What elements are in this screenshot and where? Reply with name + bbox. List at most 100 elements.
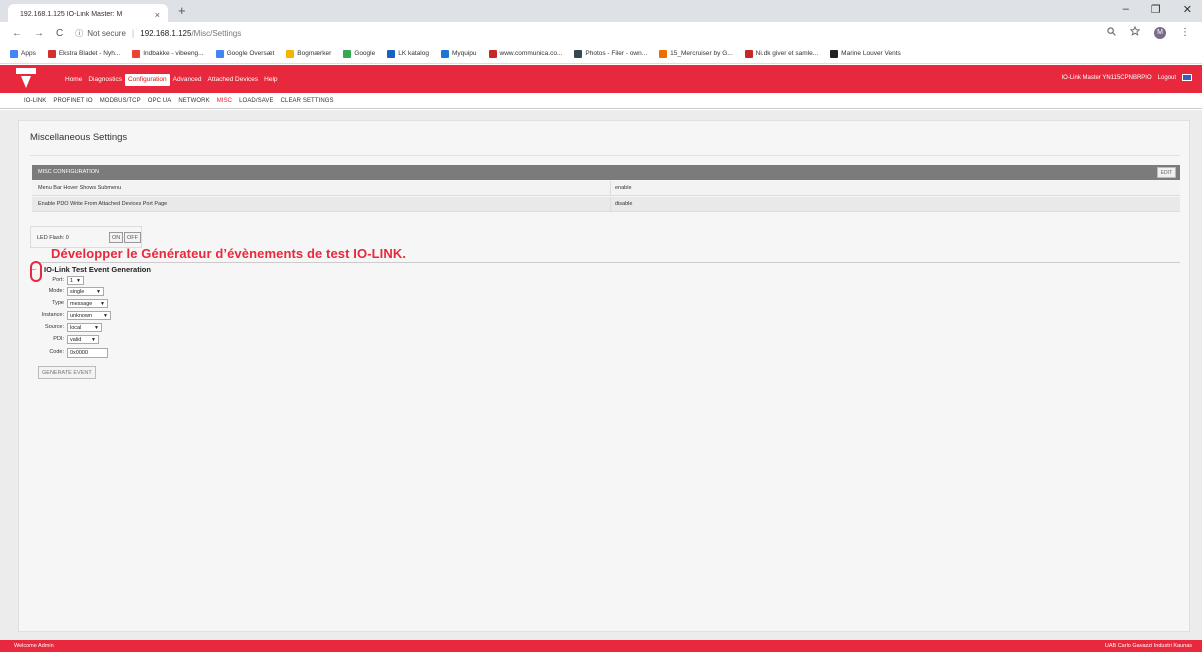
- generate-event-button[interactable]: GENERATE EVENT: [38, 366, 96, 379]
- menu-item-attached-devices[interactable]: Attached Devices: [205, 74, 262, 86]
- config-row-pdo-write: Enable PDO Write From Attached Devices P…: [32, 197, 1180, 212]
- submenu-item-load-save[interactable]: LOAD/SAVE: [239, 98, 273, 104]
- chevron-down-icon: ▼: [103, 313, 108, 319]
- instruction-callout: Développer le Générateur d’évènements de…: [51, 246, 407, 261]
- bookmark-favicon-icon: [488, 49, 497, 58]
- back-icon[interactable]: ←: [12, 28, 22, 39]
- window-controls: – ❐ ✕: [1123, 3, 1192, 16]
- menu-item-configuration[interactable]: Configuration: [124, 74, 170, 86]
- led-on-button[interactable]: ON: [109, 232, 124, 243]
- config-row-value: disable: [610, 197, 632, 212]
- bookmark-item[interactable]: Indbakke - vibeeng...: [132, 49, 204, 58]
- bookmark-item[interactable]: Photos - Filer - own...: [574, 49, 648, 58]
- menu-item-help[interactable]: Help: [261, 74, 280, 86]
- bookmark-favicon-icon: [47, 49, 56, 58]
- bookmark-label: Photos - Filer - own...: [585, 50, 648, 57]
- url-host[interactable]: 192.168.1.125: [140, 29, 191, 38]
- expand-toggle-icon[interactable]: –: [32, 266, 36, 273]
- instance-select[interactable]: unknown ▼: [67, 311, 111, 320]
- language-flag-icon[interactable]: [1182, 74, 1192, 81]
- bookmark-item[interactable]: www.communica.co...: [488, 49, 562, 58]
- carlo-gavazzi-logo[interactable]: [14, 67, 38, 89]
- minimize-icon[interactable]: –: [1123, 3, 1129, 16]
- bookmark-item[interactable]: Myquipu: [440, 49, 477, 58]
- misc-config-title: MISC CONFIGURATION: [38, 169, 100, 175]
- chevron-down-icon: ▼: [96, 289, 101, 295]
- bookmark-favicon-icon: [286, 49, 295, 58]
- device-name: IO-Link Master YN115CPNBRPIO: [1061, 74, 1152, 81]
- led-flash-box: LED Flash: 0 ON OFF: [30, 226, 142, 248]
- star-icon[interactable]: [1129, 25, 1141, 39]
- bookmark-item[interactable]: Google Oversæt: [215, 49, 274, 58]
- config-row-key: Enable PDO Write From Attached Devices P…: [38, 201, 168, 207]
- bookmark-item[interactable]: Marine Louver Vents: [830, 49, 901, 58]
- reload-icon[interactable]: C: [56, 28, 63, 39]
- mode-select[interactable]: single ▼: [67, 287, 104, 296]
- close-window-icon[interactable]: ✕: [1183, 3, 1192, 16]
- app-footer: Welcome Admin UAB Carlo Gavazzi Industri…: [0, 640, 1202, 652]
- company-name: UAB Carlo Gavazzi Industri Kaunas: [1104, 643, 1192, 649]
- security-label: Not secure: [87, 28, 126, 38]
- bookmark-item[interactable]: Ni.dk giver et samle...: [744, 49, 819, 58]
- bookmark-item[interactable]: Apps: [10, 49, 36, 58]
- browser-tab[interactable]: 192.168.1.125 IO-Link Master: M ×: [8, 4, 168, 22]
- zoom-icon[interactable]: [1107, 26, 1116, 39]
- bookmark-item[interactable]: Google: [343, 49, 376, 58]
- bookmark-favicon-icon: [574, 49, 583, 58]
- bookmark-label: Ni.dk giver et samle...: [755, 50, 819, 57]
- bookmark-label: Indbakke - vibeeng...: [143, 50, 204, 57]
- source-label: Source:: [45, 324, 64, 330]
- submenu-item-opc-ua[interactable]: OPC UA: [148, 98, 172, 104]
- bookmark-item[interactable]: 15_Mercruiser by G...: [659, 49, 733, 58]
- bookmark-favicon-icon: [830, 49, 839, 58]
- edit-button[interactable]: EDIT: [1156, 167, 1176, 178]
- port-select[interactable]: 1 ▼: [67, 276, 84, 285]
- type-label: Type: [52, 300, 64, 306]
- menu-item-diagnostics[interactable]: Diagnostics: [85, 74, 125, 86]
- type-select[interactable]: message ▼: [67, 299, 108, 308]
- mode-label: Mode:: [48, 288, 64, 294]
- code-label: Code:: [49, 349, 64, 355]
- menu-item-advanced[interactable]: Advanced: [170, 74, 205, 86]
- profile-avatar[interactable]: M: [1154, 26, 1166, 39]
- browser-menu-icon[interactable]: ⋮: [1180, 27, 1190, 38]
- submenu-item-profinet-io[interactable]: PROFINET IO: [53, 98, 92, 104]
- bookmark-label: 15_Mercruiser by G...: [670, 50, 733, 57]
- restore-icon[interactable]: ❐: [1151, 3, 1161, 16]
- menu-item-home[interactable]: Home: [62, 74, 85, 86]
- chevron-down-icon: ▼: [91, 337, 96, 343]
- page-title: Miscellaneous Settings: [30, 132, 128, 143]
- logout-link[interactable]: Logout: [1158, 75, 1176, 81]
- bookmark-label: LK katalog: [398, 50, 429, 57]
- chevron-down-icon: ▼: [94, 325, 99, 331]
- bookmark-label: Myquipu: [451, 50, 477, 57]
- source-select[interactable]: local ▼: [67, 323, 102, 332]
- bookmark-label: Google: [354, 50, 376, 57]
- submenu-item-network[interactable]: NETWORK: [178, 98, 209, 104]
- bookmark-item[interactable]: Ekstra Bladet - Nyh...: [47, 49, 120, 58]
- forward-icon[interactable]: →: [34, 28, 44, 39]
- address-bar: ← → C ⓘ Not secure | 192.168.1.125/Misc/…: [0, 22, 1202, 44]
- tab-close-icon[interactable]: ×: [155, 10, 160, 20]
- bookmark-favicon-icon: [387, 49, 396, 58]
- pdi-select[interactable]: valid ▼: [67, 335, 99, 344]
- bookmark-item[interactable]: Bogmærker: [286, 49, 331, 58]
- submenu-item-misc[interactable]: MISC: [217, 98, 232, 104]
- bookmark-item[interactable]: LK katalog: [387, 49, 429, 58]
- submenu-item-io-link[interactable]: IO-LINK: [24, 98, 46, 104]
- config-row-key: Menu Bar Hover Shows Submenu: [38, 185, 122, 191]
- led-off-button[interactable]: OFF: [124, 232, 141, 243]
- bookmark-favicon-icon: [744, 49, 753, 58]
- config-row-menu-hover: Menu Bar Hover Shows Submenu enable: [32, 181, 1180, 196]
- info-icon[interactable]: ⓘ: [75, 28, 83, 39]
- url-path[interactable]: /Misc/Settings: [191, 29, 241, 38]
- instance-label: Instance:: [41, 312, 64, 318]
- port-label: Port:: [52, 277, 64, 283]
- submenu-item-clear-settings[interactable]: CLEAR SETTINGS: [281, 98, 334, 104]
- chevron-down-icon: ▼: [100, 301, 105, 307]
- config-submenu: IO-LINK PROFINET IO MODBUS/TCP OPC UA NETWOR…: [0, 93, 1202, 109]
- code-input[interactable]: 0x0000: [67, 348, 108, 358]
- apps-grid-icon: [10, 49, 18, 58]
- new-tab-button[interactable]: +: [178, 3, 186, 18]
- submenu-item-modbus-tcp[interactable]: MODBUS/TCP: [100, 98, 141, 104]
